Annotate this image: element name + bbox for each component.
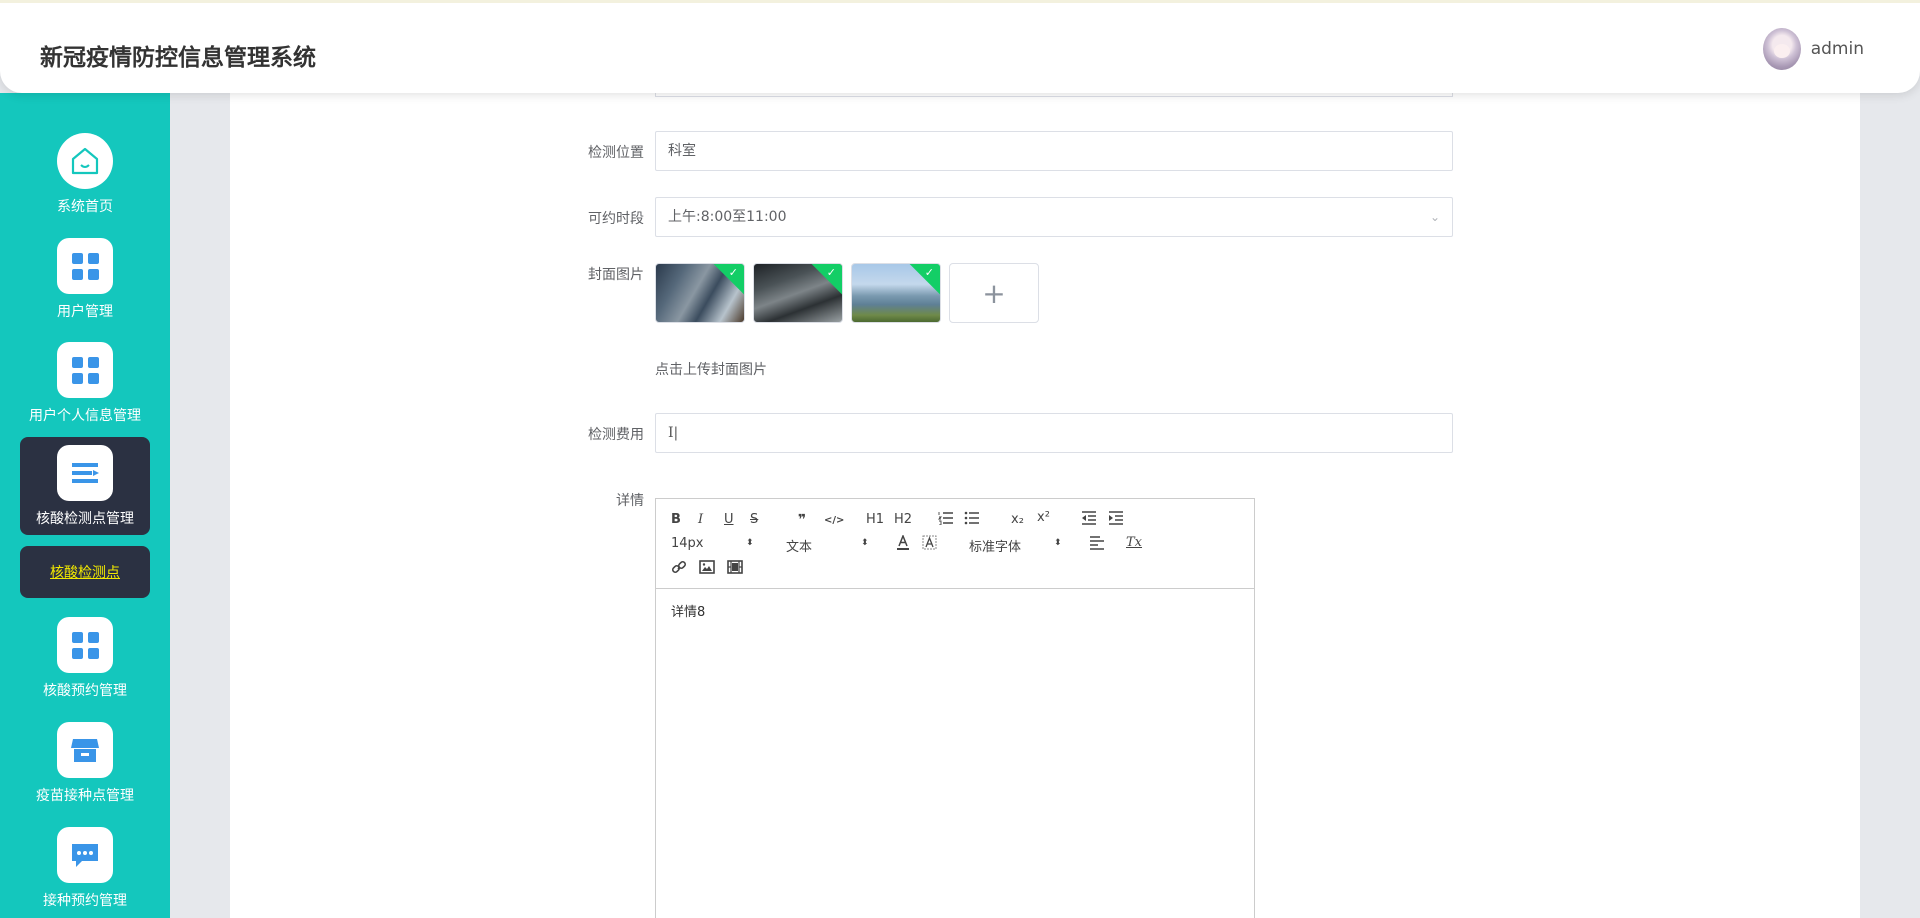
location-input[interactable]: 科室 — [655, 131, 1453, 171]
sidebar-item-label: 疫苗接种点管理 — [36, 788, 134, 804]
text-type-select[interactable]: 文本 ⬍ — [786, 536, 871, 555]
sidebar-item-label: 系统首页 — [57, 199, 113, 215]
text-cursor: I| — [668, 425, 679, 441]
rich-text-editor[interactable]: B I U S ❞ </> H1 H2 x₂ x² 14px ⬍ 文本 ⬍ 标准… — [655, 498, 1255, 918]
sidebar-item-label: 用户管理 — [57, 304, 113, 320]
bold-button[interactable]: B — [671, 512, 681, 528]
submenu-item-label: 核酸检测点 — [50, 565, 120, 581]
font-size-select[interactable]: 14px ⬍ — [671, 536, 756, 551]
clear-format-button[interactable]: Tx — [1126, 535, 1142, 551]
username[interactable]: admin — [1811, 39, 1864, 59]
timeslot-value: 上午:8:00至11:00 — [668, 209, 787, 225]
sidebar-item-label: 用户个人信息管理 — [29, 408, 141, 424]
subscript-button[interactable]: x₂ — [1011, 512, 1024, 528]
detail-label: 详情 — [616, 493, 644, 509]
select-arrows-icon: ⬍ — [746, 538, 754, 548]
text-type-value: 文本 — [786, 540, 813, 555]
sidebar-item-test-sites[interactable]: 核酸检测点管理 — [20, 437, 150, 535]
sidebar-item-label: 核酸预约管理 — [43, 683, 127, 699]
cover-thumbnail[interactable]: ✓ — [655, 263, 745, 323]
form-row-location: 检测位置 — [230, 131, 644, 171]
editor-toolbar: B I U S ❞ </> H1 H2 x₂ x² 14px ⬍ 文本 ⬍ 标准… — [656, 499, 1254, 589]
sidebar-item-label: 核酸检测点管理 — [36, 511, 134, 527]
main-content: 检测位置 科室 可约时段 上午:8:00至11:00 ⌄ 封面图片 ✓ ✓ ✓ … — [230, 83, 1860, 918]
font-family-value: 标准字体 — [969, 540, 1022, 555]
superscript-button[interactable]: x² — [1037, 510, 1050, 526]
indent-icon[interactable] — [1108, 511, 1124, 530]
form-row-detail: 详情 — [230, 490, 644, 510]
timeslot-label: 可约时段 — [588, 211, 644, 227]
fee-input[interactable]: I| — [655, 413, 1453, 453]
chevron-down-icon: ⌄ — [1429, 210, 1440, 224]
app-title: 新冠疫情防控信息管理系统 — [40, 45, 316, 71]
sidebar-item-user-info[interactable]: 用户个人信息管理 — [0, 342, 170, 425]
outdent-icon[interactable] — [1081, 511, 1097, 530]
cover-label: 封面图片 — [588, 267, 644, 283]
check-icon: ✓ — [924, 266, 934, 279]
select-arrows-icon: ⬍ — [1054, 538, 1062, 548]
sidebar: 系统首页 用户管理 用户个人信息管理 核酸检测点管理 核酸检测点 核酸预约管理 … — [0, 93, 170, 918]
cover-tip: 点击上传封面图片 — [655, 362, 767, 378]
underline-button[interactable]: U — [724, 512, 734, 528]
image-icon[interactable] — [699, 560, 715, 579]
h1-button[interactable]: H1 — [866, 512, 884, 528]
sidebar-item-users[interactable]: 用户管理 — [0, 238, 170, 321]
sidebar-item-test-bookings[interactable]: 核酸预约管理 — [0, 617, 170, 700]
font-color-icon[interactable] — [896, 533, 910, 556]
cover-thumbnail[interactable]: ✓ — [851, 263, 941, 323]
check-icon: ✓ — [826, 266, 836, 279]
video-icon[interactable] — [727, 560, 743, 579]
quote-button[interactable]: ❞ — [798, 512, 806, 528]
sidebar-item-vaccine-bookings[interactable]: 接种预约管理 — [0, 827, 170, 910]
font-family-select[interactable]: 标准字体 ⬍ — [969, 536, 1064, 555]
grid-icon — [57, 617, 113, 673]
grid-icon — [57, 238, 113, 294]
font-size-value: 14px — [671, 536, 704, 551]
upload-add-button[interactable]: + — [949, 263, 1039, 323]
background-color-icon[interactable] — [922, 535, 937, 556]
user-menu[interactable]: admin — [1762, 28, 1864, 70]
bullet-list-icon[interactable] — [964, 511, 980, 530]
top-header: 新冠疫情防控信息管理系统 admin — [0, 0, 1920, 93]
sidebar-item-vaccine-sites[interactable]: 疫苗接种点管理 — [0, 722, 170, 805]
ordered-list-icon[interactable] — [937, 511, 954, 530]
chat-icon — [57, 827, 113, 883]
submenu-item-test-site[interactable]: 核酸检测点 — [20, 546, 150, 598]
plus-icon: + — [982, 276, 1006, 310]
editor-content[interactable]: 详情8 — [656, 589, 1254, 632]
list-icon — [57, 445, 113, 501]
sidebar-item-label: 接种预约管理 — [43, 893, 127, 909]
link-icon[interactable] — [671, 560, 687, 579]
form-row-cover: 封面图片 — [230, 263, 644, 303]
avatar[interactable] — [1762, 28, 1801, 70]
cover-thumbnail[interactable]: ✓ — [753, 263, 843, 323]
italic-button[interactable]: I — [698, 512, 703, 528]
fee-label: 检测费用 — [588, 427, 644, 443]
store-icon — [57, 722, 113, 778]
grid-icon — [57, 342, 113, 398]
align-icon[interactable] — [1089, 536, 1105, 555]
sidebar-item-home[interactable]: 系统首页 — [0, 133, 170, 216]
form-row-fee: 检测费用 — [230, 413, 644, 453]
home-icon — [57, 133, 113, 189]
strike-button[interactable]: S — [750, 512, 758, 528]
h2-button[interactable]: H2 — [894, 512, 912, 528]
timeslot-select[interactable]: 上午:8:00至11:00 ⌄ — [655, 197, 1453, 237]
code-button[interactable]: </> — [824, 513, 844, 529]
right-gutter — [1860, 93, 1920, 918]
form-row-timeslot: 可约时段 — [230, 197, 644, 237]
check-icon: ✓ — [728, 266, 738, 279]
select-arrows-icon: ⬍ — [861, 538, 869, 548]
location-label: 检测位置 — [588, 145, 644, 161]
